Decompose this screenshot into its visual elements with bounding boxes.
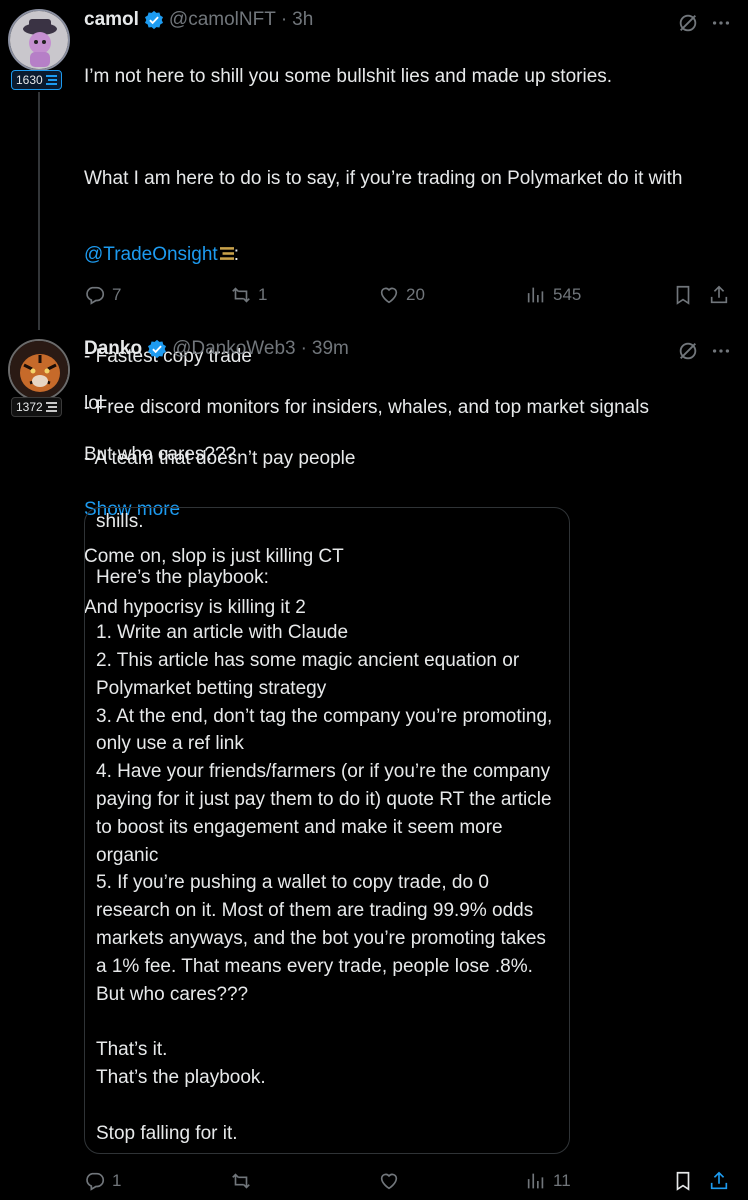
repost-button[interactable] [230, 1170, 252, 1192]
tweet-line: What I am here to do is to say, if you’r… [84, 167, 683, 189]
author-handle[interactable]: @DankoWeb3 [172, 338, 296, 360]
repost-button[interactable]: 1 [230, 284, 267, 306]
bookmark-icon[interactable] [672, 284, 694, 306]
share-icon[interactable] [708, 284, 730, 306]
verified-icon [148, 339, 167, 359]
rank-icon [45, 75, 57, 85]
author-handle[interactable]: @camolNFT [169, 9, 276, 31]
rank-icon [219, 247, 234, 260]
avatar-camol[interactable] [8, 9, 70, 71]
quoted-text: shills. Here’s the playbook: 1. Write an… [96, 511, 553, 1144]
timestamp[interactable]: 3h [292, 9, 313, 31]
author-name[interactable]: camol [84, 9, 139, 31]
views-icon [527, 1173, 544, 1189]
repost-count: 1 [258, 285, 268, 304]
quoted-text-box[interactable]: shills. Here’s the playbook: 1. Write an… [84, 507, 570, 1154]
views-icon [527, 287, 544, 303]
reply-icon [86, 1172, 105, 1191]
timestamp[interactable]: 39m [312, 338, 349, 360]
reply-button[interactable]: 1 [84, 1170, 121, 1192]
tweet-line: But who cares??? [84, 443, 237, 465]
like-count: 20 [406, 285, 425, 304]
views-button[interactable]: 545 [525, 284, 581, 306]
author-name[interactable]: Danko [84, 338, 142, 360]
more-icon[interactable] [710, 12, 732, 34]
more-icon[interactable] [710, 340, 732, 362]
mention-suffix: : [233, 244, 239, 265]
repost-icon [232, 1173, 250, 1189]
separator-dot: · [280, 9, 288, 30]
bookmark-icon[interactable] [672, 1170, 694, 1192]
verified-icon [144, 10, 163, 30]
tweet2-header: Danko @DankoWeb3 · 39m [84, 338, 349, 360]
like-button[interactable] [378, 1170, 400, 1192]
like-icon [380, 287, 398, 304]
thread-line [38, 92, 40, 330]
like-icon [380, 1173, 398, 1190]
avatar-danko[interactable] [8, 339, 70, 401]
like-button[interactable]: 20 [378, 284, 425, 306]
mention-line: @TradeOnsight: [84, 217, 734, 268]
views-button[interactable]: 11 [525, 1170, 571, 1192]
reply-count: 1 [112, 1171, 122, 1190]
reply-icon [86, 286, 105, 305]
mention-link[interactable]: @TradeOnsight [84, 244, 218, 265]
rank-badge-camol: 1630 [11, 70, 62, 90]
tweet-line: I’m not here to shill you some bullshit … [84, 65, 613, 87]
share-icon[interactable] [708, 1170, 730, 1192]
reply-count: 7 [112, 285, 122, 304]
rank-value: 1630 [16, 73, 43, 87]
rank-badge-danko: 1372 [11, 397, 62, 417]
separator-dot: · [300, 338, 307, 359]
views-count: 11 [553, 1171, 571, 1190]
tweet-line: lol [84, 392, 104, 414]
rank-value: 1372 [16, 400, 43, 414]
repost-icon [232, 287, 250, 303]
grok-icon[interactable] [677, 340, 699, 362]
tweet1-header: camol @camolNFT · 3h [84, 9, 313, 31]
reply-button[interactable]: 7 [84, 284, 121, 306]
grok-icon[interactable] [677, 12, 699, 34]
rank-icon [45, 402, 57, 412]
views-count: 545 [553, 285, 582, 304]
